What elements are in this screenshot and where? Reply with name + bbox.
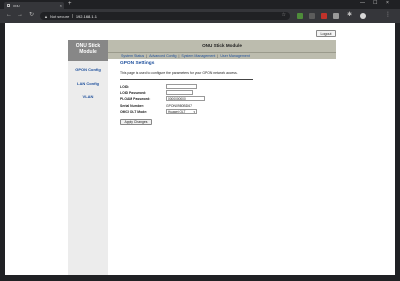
top-menu: System Status | Advanced Config | System… (108, 52, 336, 59)
browser-tab[interactable]: ONU × (4, 2, 64, 9)
page-viewport: Logout ONU Stick Module GPON Config LAN … (5, 23, 395, 275)
chevron-down-icon: ▾ (193, 110, 195, 114)
page-header: ONU Stick Module (108, 40, 336, 52)
page-icon (7, 4, 10, 7)
puzzle-icon[interactable]: ✱ (347, 12, 352, 18)
loid-label: LOID: (120, 85, 130, 89)
reload-icon[interactable]: ↻ (29, 12, 34, 18)
tab-title: ONU (13, 3, 20, 8)
back-icon[interactable]: ← (6, 12, 12, 18)
sidebar-item-gpon-config[interactable]: GPON Config (68, 67, 108, 72)
sidebar-title-text: ONU Stick Module (75, 43, 101, 55)
loid-password-label: LOID Password: (120, 91, 147, 95)
loid-password-input[interactable] (166, 90, 193, 95)
forward-icon[interactable]: → (17, 12, 23, 18)
sidebar-title: ONU Stick Module (68, 40, 108, 61)
apply-changes-button[interactable]: Apply Changes (120, 119, 152, 125)
close-tab-icon[interactable]: × (60, 3, 62, 8)
security-status[interactable]: Not secure (50, 14, 69, 19)
menu-user-management[interactable]: User Management (220, 54, 250, 58)
omci-olt-mode-label: OMCI OLT Mode: (120, 110, 148, 114)
serial-number-value: GPON0980BD67 (166, 104, 193, 108)
serial-number-label: Serial Number: (120, 104, 145, 108)
new-tab-button[interactable]: + (68, 1, 72, 7)
menu-system-status[interactable]: System Status (121, 54, 144, 58)
extension-icon[interactable] (333, 13, 339, 19)
sidebar-item-vlan[interactable]: VLAN (68, 94, 108, 99)
browser-toolbar: ← → ↻ ▲ Not secure 192.168.1.1 ☆ ✱ ⋮ (0, 9, 400, 23)
menu-separator: | (217, 54, 219, 58)
bookmark-star-icon[interactable]: ☆ (282, 13, 286, 18)
omci-olt-mode-value: Huawei OLT (168, 110, 186, 114)
menu-separator: | (146, 54, 148, 58)
extension-icon[interactable] (309, 13, 315, 19)
address-bar[interactable]: ▲ Not secure 192.168.1.1 ☆ (40, 12, 290, 20)
sidebar-item-lan-config[interactable]: LAN Config (68, 81, 108, 86)
menu-system-management[interactable]: System Management (181, 54, 215, 58)
loid-input[interactable] (166, 84, 197, 89)
avatar[interactable] (360, 13, 366, 19)
close-window-icon[interactable]: × (386, 1, 389, 6)
ploam-password-label: PLOAM Password: (120, 97, 151, 101)
maximize-icon[interactable]: ☐ (373, 1, 377, 6)
page-title: GPON Settings (120, 61, 155, 66)
warning-icon: ▲ (44, 13, 48, 19)
menu-dots-icon[interactable]: ⋮ (385, 12, 391, 18)
divider (120, 79, 253, 80)
menu-separator: | (178, 54, 180, 58)
minimize-icon[interactable]: — (360, 1, 365, 6)
divider (72, 14, 73, 18)
omci-olt-mode-select[interactable]: Huawei OLT ▾ (166, 109, 197, 114)
menu-advanced-config[interactable]: Advanced Config (149, 54, 176, 58)
extension-icon[interactable] (321, 13, 327, 19)
sidebar: GPON Config LAN Config VLAN (68, 61, 108, 275)
extension-icon[interactable] (297, 13, 303, 19)
tab-strip: ONU × + — ☐ × (0, 0, 400, 9)
page-description: This page is used to configure the param… (120, 71, 238, 75)
url-text[interactable]: 192.168.1.1 (76, 14, 97, 19)
ploam-password-input[interactable] (166, 96, 205, 101)
logout-button[interactable]: Logout (316, 30, 336, 37)
